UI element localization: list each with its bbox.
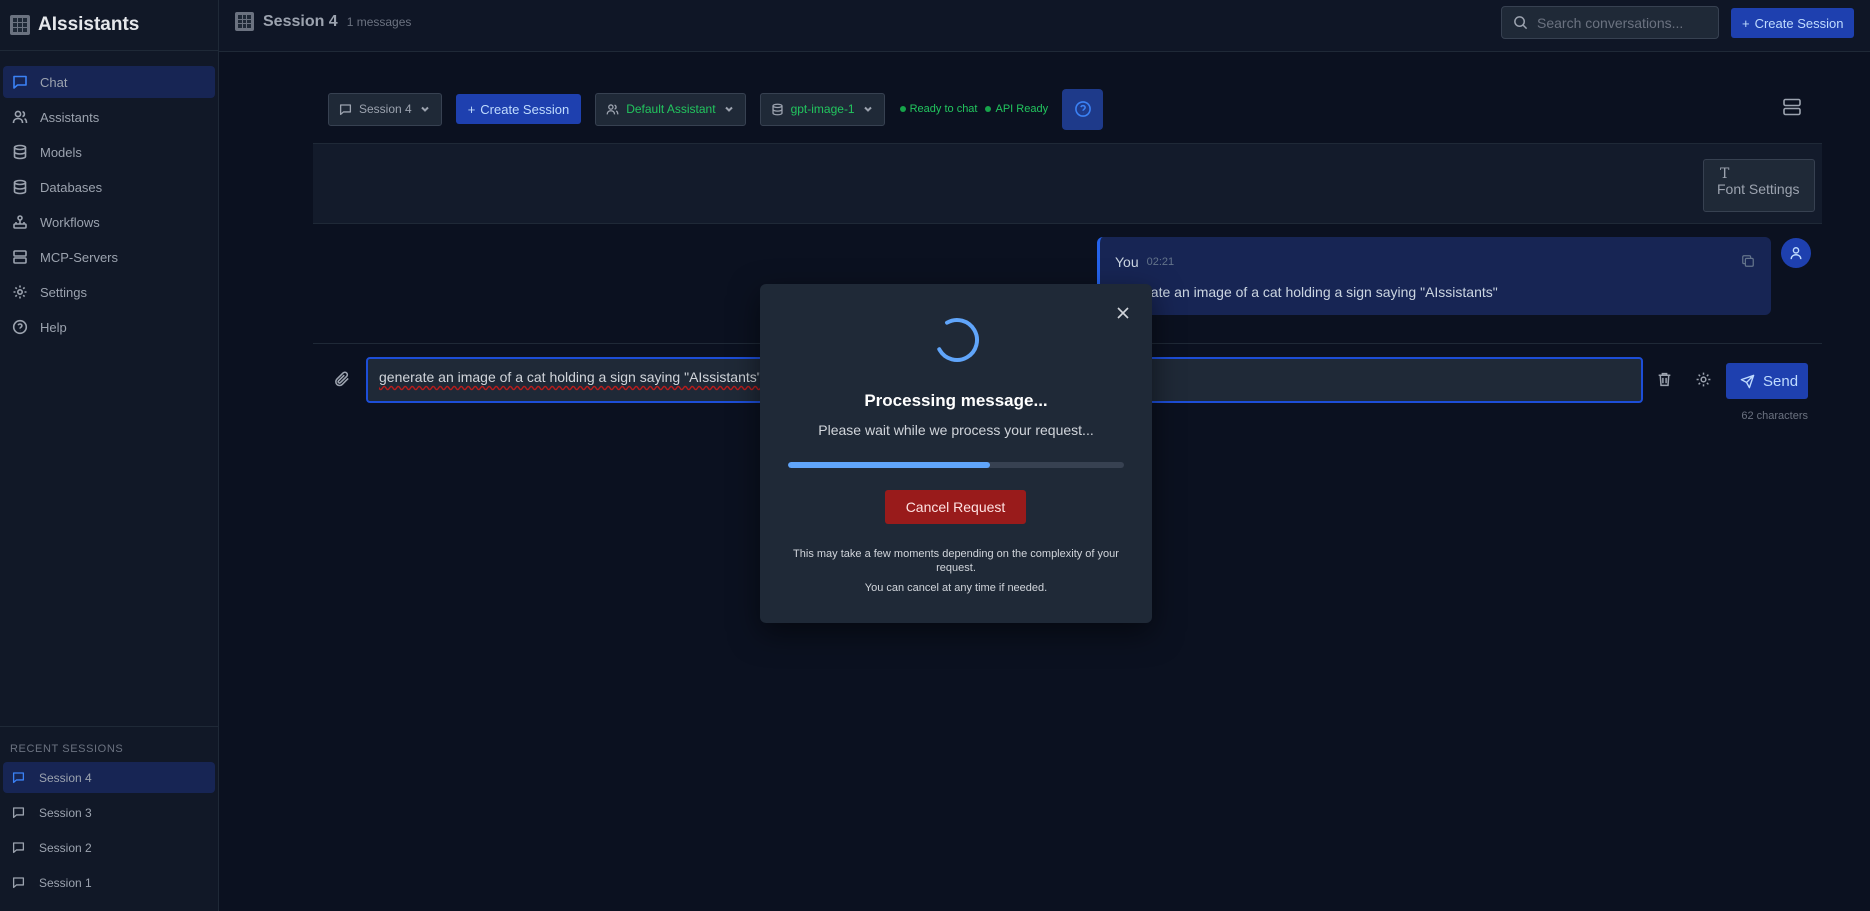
modal-close-button[interactable] — [1116, 306, 1130, 320]
modal-note: This may take a few moments depending on… — [793, 548, 1119, 574]
modal-title: Processing message... — [864, 391, 1048, 410]
progress-bar — [788, 462, 1124, 468]
close-icon — [1117, 307, 1129, 319]
cancel-request-button[interactable]: Cancel Request — [885, 490, 1026, 524]
modal-subtitle: Please wait while we process your reques… — [818, 422, 1094, 438]
progress-bar-fill — [788, 462, 990, 468]
processing-modal: Processing message... Please wait while … — [760, 284, 1152, 623]
modal-note-secondary: You can cancel at any time if needed. — [864, 582, 1048, 594]
loading-spinner-icon — [935, 318, 979, 362]
